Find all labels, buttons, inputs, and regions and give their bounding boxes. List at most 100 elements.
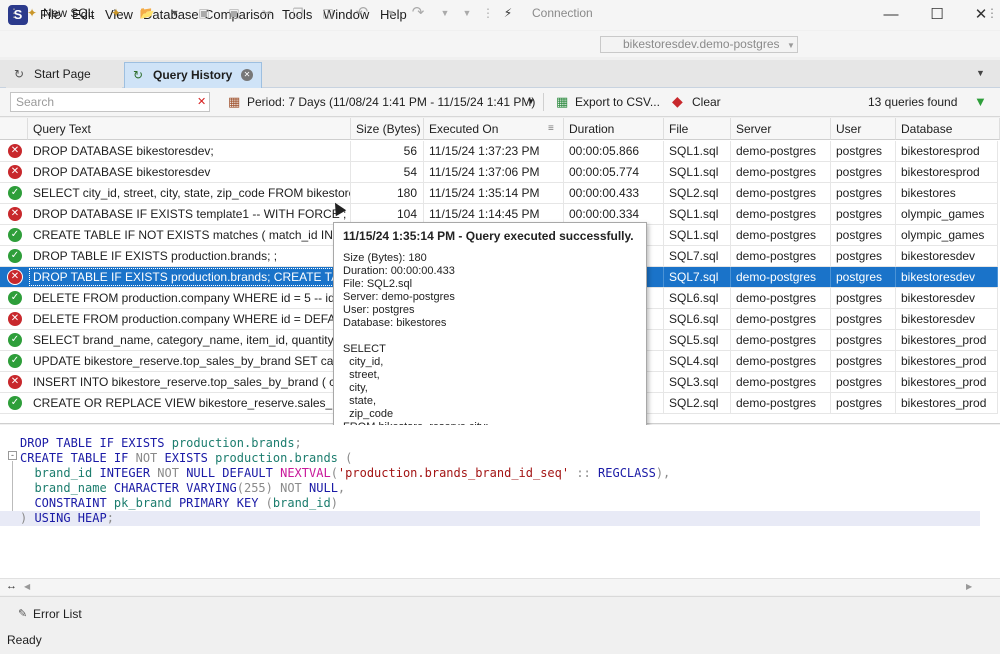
maximize-icon[interactable]: ☐ (914, 0, 960, 30)
editor-horizontal-scrollbar[interactable]: ↔ ◀ ▶ (0, 578, 1000, 595)
cell-database: bikestoresdev (896, 309, 998, 329)
cell-duration: 00:00:00.433 (564, 183, 664, 203)
column-header-file[interactable]: File (664, 118, 731, 140)
cell-size: 56 (351, 141, 424, 161)
save-icon[interactable]: ▣ (196, 4, 212, 22)
period-chevron-down-icon[interactable]: ▼ (527, 97, 535, 106)
success-icon: ✓ (8, 333, 22, 347)
undo-icon[interactable]: ↶ (354, 4, 370, 22)
minimize-icon[interactable]: — (868, 0, 914, 30)
code-token: CHARACTER VARYING (114, 481, 237, 495)
column-header-database[interactable]: Database (896, 118, 1000, 140)
new-sql-icon: ✦ (24, 4, 40, 22)
tab-start-page[interactable]: ↻ Start Page (6, 62, 122, 88)
code-token: NOT (136, 451, 165, 465)
cell-query-text: DELETE FROM production.company WHERE id … (28, 288, 351, 308)
table-row[interactable]: ✓SELECT city_id, street, city, state, zi… (0, 183, 998, 204)
cell-file: SQL2.sql (664, 183, 731, 203)
cell-server: demo-postgres (731, 393, 831, 413)
code-token: 'production.brands_brand_id_seq' (338, 466, 569, 480)
success-icon: ✓ (8, 228, 22, 242)
column-header-query-text[interactable]: Query Text (28, 118, 351, 140)
fold-collapse-icon[interactable]: - (8, 451, 17, 460)
column-header-user[interactable]: User (831, 118, 896, 140)
scroll-left-icon[interactable]: ◀ (24, 582, 30, 591)
table-row[interactable]: ✕DROP DATABASE bikestoresdev;5611/15/24 … (0, 141, 998, 162)
export-csv-button[interactable]: Export to CSV... (575, 95, 660, 109)
filter-icon[interactable]: ▼ (974, 94, 987, 109)
cell-file: SQL5.sql (664, 330, 731, 350)
toolbar-options-icon[interactable]: ▼ (462, 4, 472, 22)
error-icon: ✕ (8, 270, 22, 284)
column-header-duration[interactable]: Duration (564, 118, 664, 140)
cell-user: postgres (831, 246, 896, 266)
code-token: pk_brand (114, 496, 179, 510)
cell-user: postgres (831, 330, 896, 350)
split-view-icon[interactable]: ↔ (6, 580, 17, 592)
clear-search-icon[interactable]: ✕ (197, 95, 206, 108)
scroll-right-icon[interactable]: ▶ (966, 582, 972, 591)
connection-label: Connection (532, 4, 593, 22)
column-header-size[interactable]: Size (Bytes) (351, 118, 424, 140)
paste-icon[interactable]: ◫ (320, 4, 336, 22)
cell-server: demo-postgres (731, 183, 831, 203)
code-token: production.brands (215, 451, 338, 465)
connection-select[interactable]: bikestoresdev.demo-postgres (600, 36, 798, 53)
column-header-server[interactable]: Server (731, 118, 831, 140)
cell-server: demo-postgres (731, 330, 831, 350)
code-token: INTEGER (99, 466, 157, 480)
toolbar (0, 31, 1000, 57)
period-dropdown[interactable]: Period: 7 Days (11/08/24 1:41 PM - 11/15… (247, 95, 535, 109)
cell-duration: 00:00:00.334 (564, 204, 664, 224)
open-folder-icon[interactable]: 📂 (138, 4, 156, 22)
tab-query-history[interactable]: ↻ Query History ✕ (124, 62, 262, 88)
error-icon: ✕ (8, 165, 22, 179)
code-token: , (338, 481, 345, 495)
code-token: brand_id (273, 496, 331, 510)
cell-query-text: UPDATE bikestore_reserve.top_sales_by_br… (28, 351, 351, 371)
cell-executed-on: 11/15/24 1:14:45 PM (424, 204, 564, 224)
tooltip-title: 11/15/24 1:35:14 PM - Query executed suc… (343, 230, 637, 243)
code-line: brand_id INTEGER NOT NULL DEFAULT NEXTVA… (20, 466, 670, 481)
search-input[interactable]: Search (10, 92, 210, 112)
column-header-executed-on[interactable]: Executed On ≡ (424, 118, 564, 140)
undo-dropdown-icon[interactable]: ▼ (386, 4, 396, 22)
redo-icon[interactable]: ↷ (410, 4, 426, 22)
cell-user: postgres (831, 351, 896, 371)
query-tooltip: 11/15/24 1:35:14 PM - Query executed suc… (333, 222, 647, 438)
cell-server: demo-postgres (731, 141, 831, 161)
chevron-down-icon[interactable]: ▼ (170, 4, 180, 22)
cell-file: SQL7.sql (664, 267, 731, 287)
code-token: production.brands (172, 436, 295, 450)
code-token: DROP TABLE IF EXISTS (20, 436, 172, 450)
error-icon: ✕ (8, 207, 22, 221)
cell-database: bikestores_prod (896, 330, 998, 350)
sort-icon[interactable]: ≡ (548, 118, 554, 140)
connection-chevron-down-icon[interactable]: ▼ (786, 37, 796, 55)
cell-server: demo-postgres (731, 372, 831, 392)
cell-query-text: SELECT brand_name, category_name, item_i… (28, 330, 351, 350)
toolbar-grip-icon: ⋮ (8, 4, 14, 22)
code-token: :: (569, 466, 598, 480)
save-all-icon[interactable]: ▣ (226, 4, 242, 22)
clear-button[interactable]: Clear (692, 95, 721, 109)
code-token: ( (266, 496, 273, 510)
cell-database: bikestores_prod (896, 393, 998, 413)
code-token: CREATE TABLE IF (20, 451, 136, 465)
redo-dropdown-icon[interactable]: ▼ (440, 4, 450, 22)
new-file-icon[interactable]: ✦ (108, 4, 124, 22)
table-row[interactable]: ✕DROP DATABASE bikestoresdev5411/15/24 1… (0, 162, 998, 183)
cut-icon[interactable]: ✂ (259, 4, 275, 22)
code-token: (255) (237, 481, 280, 495)
new-sql-button[interactable]: New SQL (43, 4, 94, 22)
toolbar-grip-icon-2: ⋮ (482, 4, 488, 22)
toolbar-overflow-icon[interactable]: ⋮ (986, 4, 996, 22)
copy-icon[interactable]: ❐ (290, 4, 306, 22)
success-icon: ✓ (8, 396, 22, 410)
tab-list-chevron-down-icon[interactable]: ▼ (976, 68, 985, 78)
error-list-tab[interactable]: Error List (33, 607, 82, 621)
cell-query-text: DROP TABLE IF EXISTS production.brands; … (28, 267, 351, 287)
column-header-status (0, 118, 28, 140)
sql-editor[interactable]: - DROP TABLE IF EXISTS production.brands… (0, 425, 1000, 578)
tab-close-icon[interactable]: ✕ (241, 69, 253, 81)
